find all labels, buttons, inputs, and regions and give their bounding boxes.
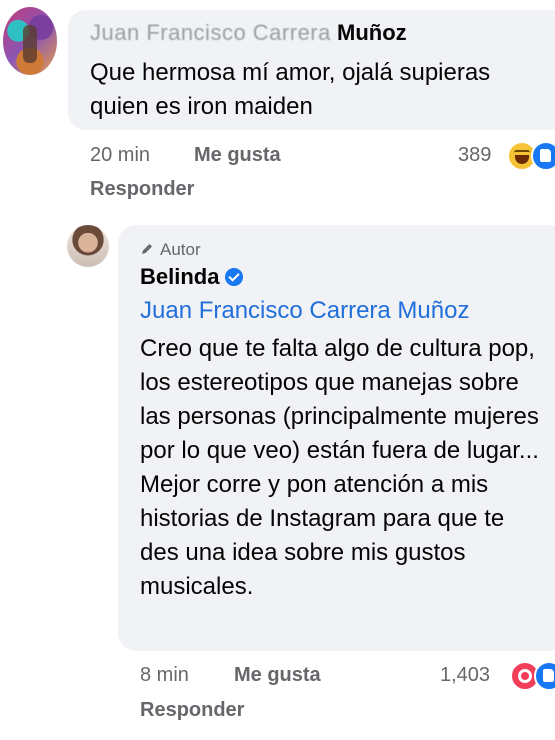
comment-text: Que hermosa mí amor, ojalá supieras quie… bbox=[90, 59, 491, 120]
pencil-icon bbox=[142, 244, 152, 254]
reaction-count[interactable]: 389 bbox=[458, 144, 491, 167]
verified-badge-icon bbox=[225, 268, 244, 286]
like-icon[interactable] bbox=[531, 141, 555, 171]
reply-like-button[interactable]: Me gusta bbox=[234, 664, 321, 687]
commenter-avatar[interactable] bbox=[3, 7, 57, 75]
reply-reaction-count[interactable]: 1,403 bbox=[440, 664, 490, 687]
comment-author-name[interactable]: Juan Francisco Carrera Muñoz bbox=[90, 20, 407, 46]
like-button[interactable]: Me gusta bbox=[194, 144, 281, 167]
author-badge-label: Autor bbox=[160, 240, 201, 259]
reply-button[interactable]: Responder bbox=[90, 178, 194, 201]
reply-reply-button[interactable]: Responder bbox=[140, 699, 244, 722]
reply-author-label: Belinda bbox=[140, 264, 220, 289]
comment-timestamp[interactable]: 20 min bbox=[90, 144, 150, 167]
mention-link[interactable]: Juan Francisco Carrera Muñoz bbox=[140, 297, 469, 325]
author-avatar[interactable] bbox=[67, 225, 109, 267]
reply-timestamp[interactable]: 8 min bbox=[140, 664, 189, 687]
reply-text: Creo que te falta algo de cultura pop, l… bbox=[140, 335, 539, 600]
reply-author-name[interactable]: Belinda bbox=[140, 264, 244, 290]
author-badge: Autor bbox=[140, 240, 201, 260]
author-name-visible: Muñoz bbox=[337, 20, 407, 45]
like-icon[interactable] bbox=[534, 661, 555, 691]
author-name-obscured: Juan Francisco Carrera bbox=[90, 20, 331, 45]
